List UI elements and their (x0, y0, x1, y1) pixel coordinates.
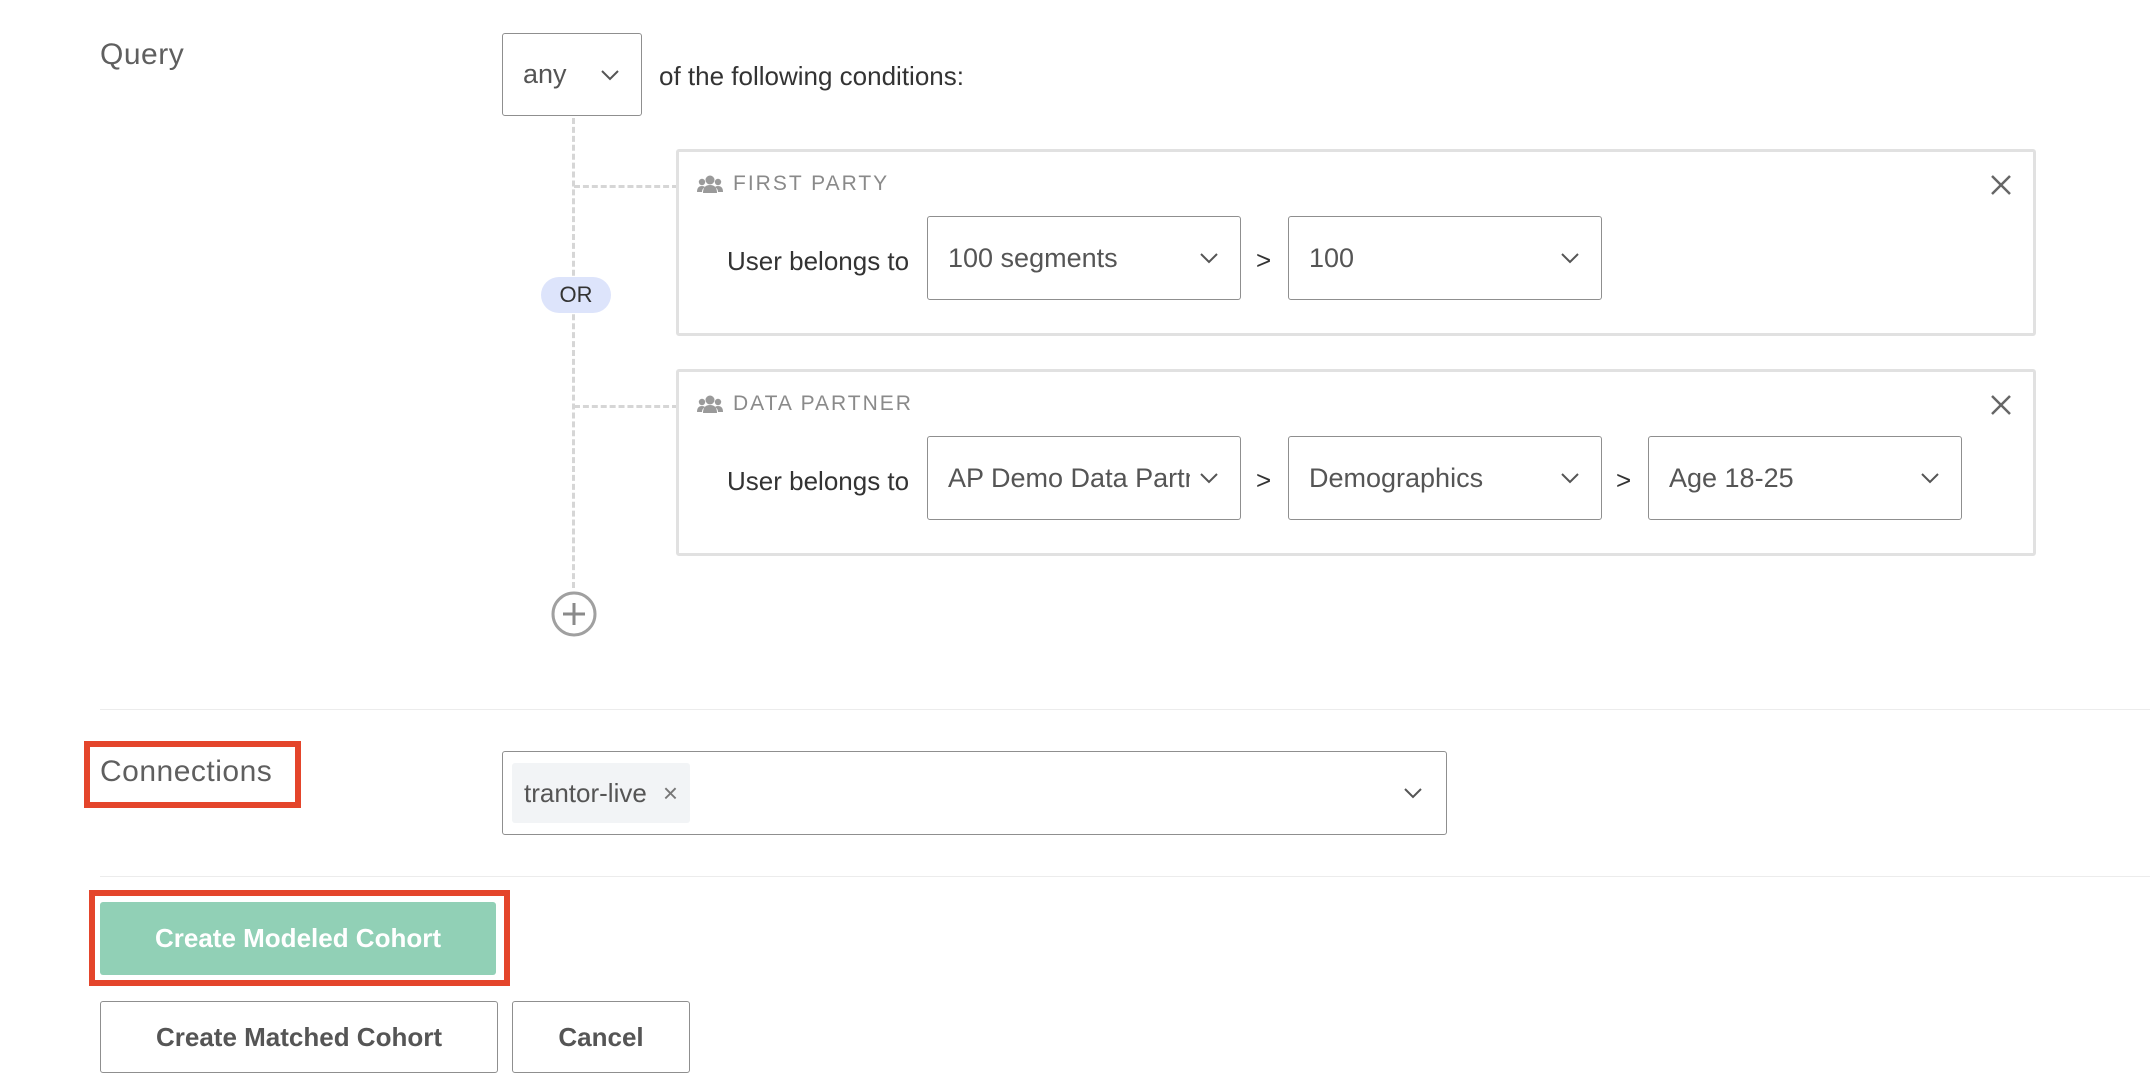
path-separator: > (1256, 245, 1272, 275)
category-select-value: Demographics (1309, 462, 1484, 493)
path-separator: > (1616, 465, 1632, 495)
create-modeled-cohort-button[interactable]: Create Modeled Cohort (100, 902, 496, 975)
chevron-down-icon (601, 69, 619, 80)
chevron-down-icon (1561, 253, 1579, 264)
audience-select[interactable]: Age 18-25 (1648, 436, 1962, 520)
condition-prefix-label: User belongs to (727, 246, 910, 276)
chevron-down-icon (1404, 788, 1422, 799)
chevron-down-icon (1200, 253, 1218, 264)
condition-title: DATA PARTNER (733, 392, 913, 415)
path-separator: > (1256, 465, 1272, 495)
match-suffix-text: of the following conditions: (659, 61, 964, 91)
users-icon (697, 175, 723, 193)
connections-label: Connections (100, 755, 273, 788)
connection-tag-label: trantor-live (524, 777, 647, 808)
remove-condition-close-icon[interactable] (1990, 174, 2012, 196)
data-partner-select[interactable]: AP Demo Data Partner (927, 436, 1241, 520)
query-label: Query (100, 38, 185, 71)
match-any-value: any (523, 59, 567, 89)
condition-header: FIRST PARTY (697, 172, 889, 196)
tree-branch-line (574, 185, 678, 188)
section-divider (100, 876, 2150, 877)
tree-branch-line (574, 405, 678, 408)
condition-title: FIRST PARTY (733, 172, 890, 195)
segment-value-select[interactable]: 100 (1288, 216, 1602, 300)
tree-connector-line (572, 118, 575, 588)
condition-prefix-label: User belongs to (727, 466, 910, 496)
or-operator-badge[interactable]: OR (541, 277, 611, 313)
chevron-down-icon (1921, 473, 1939, 484)
condition-header: DATA PARTNER (697, 392, 913, 416)
chevron-down-icon (1561, 473, 1579, 484)
remove-tag-close-icon[interactable]: × (663, 778, 678, 809)
section-divider (100, 709, 2150, 710)
cohort-form: Query any of the following conditions: O… (0, 0, 2150, 1078)
audience-select-value: Age 18-25 (1669, 462, 1794, 493)
connection-tag: trantor-live × (512, 763, 691, 823)
data-partner-select-value: AP Demo Data Partner (948, 462, 1190, 493)
segment-value-select-value: 100 (1309, 242, 1355, 273)
segment-select-value: 100 segments (948, 242, 1118, 273)
create-matched-cohort-button[interactable]: Create Matched Cohort (100, 1001, 498, 1073)
add-condition-icon[interactable] (550, 590, 598, 638)
remove-condition-close-icon[interactable] (1990, 394, 2012, 416)
category-select[interactable]: Demographics (1288, 436, 1602, 520)
cancel-button[interactable]: Cancel (512, 1001, 690, 1073)
match-any-select[interactable]: any (502, 33, 642, 116)
segment-select[interactable]: 100 segments (927, 216, 1241, 300)
users-icon (697, 395, 723, 413)
chevron-down-icon (1200, 473, 1218, 484)
